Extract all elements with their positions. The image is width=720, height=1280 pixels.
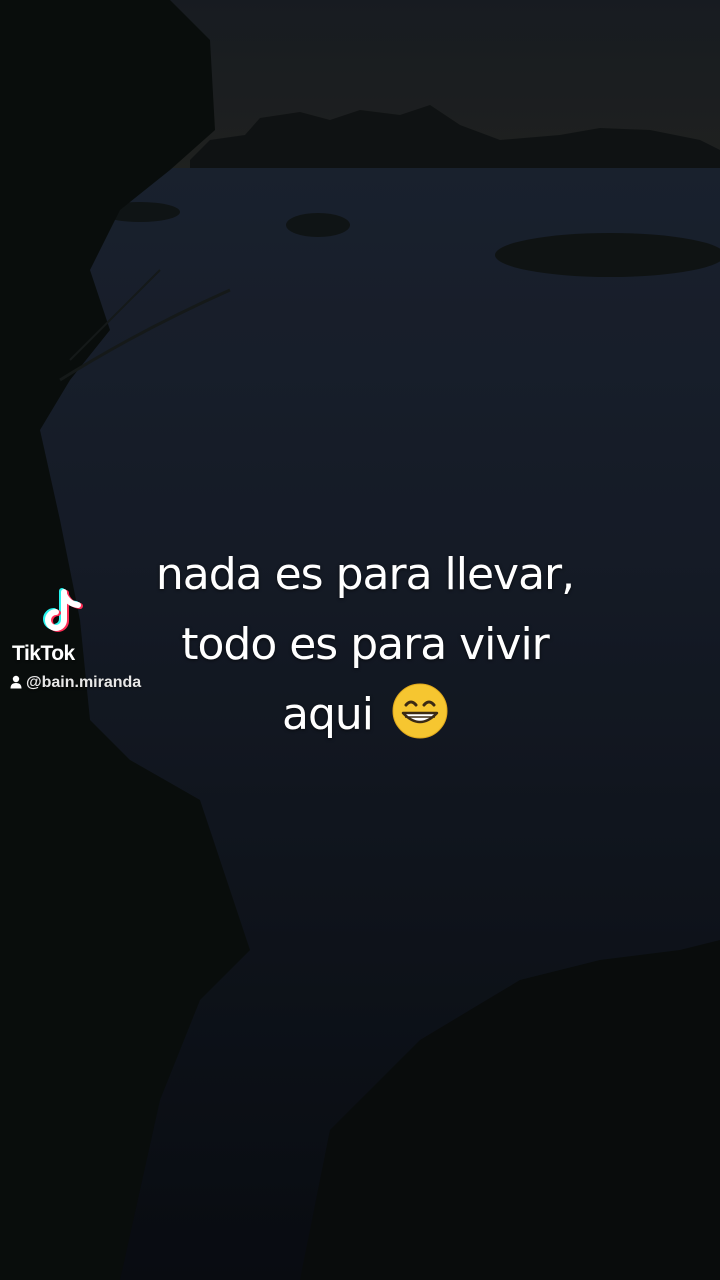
caption: nada es para llevar, todo es para vivir … <box>120 540 610 750</box>
creator-username-text: @bain.miranda <box>26 674 142 691</box>
caption-line-3: aqui <box>120 680 610 750</box>
caption-line-2: todo es para vivir <box>181 619 550 670</box>
caption-line-1: nada es para llevar, <box>155 549 575 600</box>
person-icon <box>10 675 22 689</box>
caption-line-3-text: aqui <box>281 689 374 740</box>
tiktok-app-name: TikTok <box>12 642 75 665</box>
creator-username: @bain.miranda <box>10 674 141 692</box>
tiktok-logo-icon <box>43 588 83 632</box>
grinning-face-emoji-icon <box>392 683 448 739</box>
